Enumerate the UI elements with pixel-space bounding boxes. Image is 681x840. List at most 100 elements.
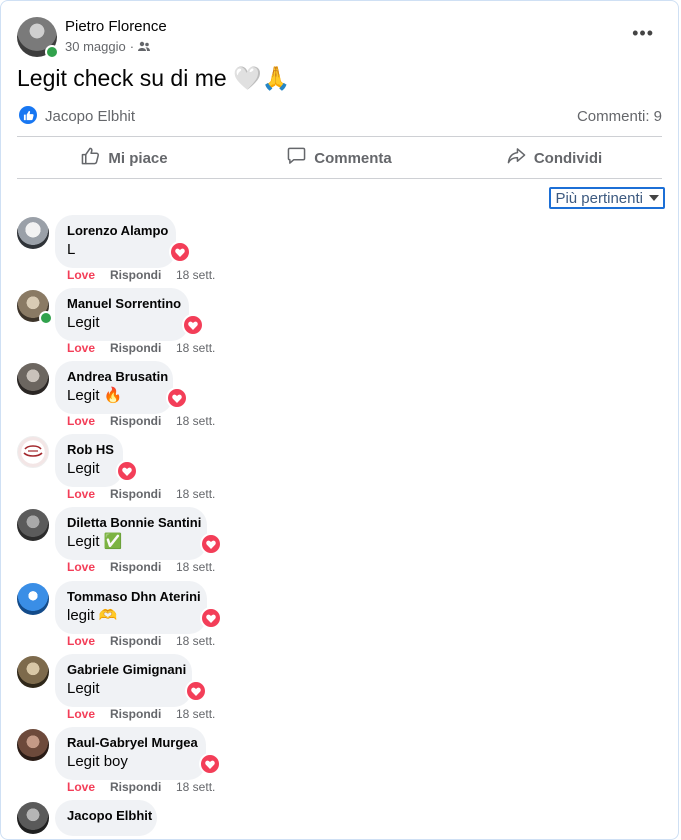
comment-text: Legit (67, 460, 100, 477)
comment-text: Legit boy (67, 753, 128, 770)
reply-action[interactable]: Rispondi (110, 560, 176, 574)
comment-item: Manuel Sorrentino Legit Love Rispondi 18… (17, 288, 662, 360)
commenter-name[interactable]: Gabriele Gimignani (67, 662, 186, 678)
commenter-name[interactable]: Rob HS (67, 442, 114, 458)
love-reaction-icon[interactable] (182, 314, 204, 336)
love-action[interactable]: Love (67, 487, 110, 501)
commenter-name[interactable]: Raul-Gabryel Murgea (67, 735, 198, 751)
love-reaction-icon[interactable] (166, 387, 188, 409)
love-action[interactable]: Love (67, 341, 110, 355)
comment-actions: Love Rispondi 18 sett. (67, 707, 215, 721)
comment-timestamp[interactable]: 18 sett. (176, 707, 215, 721)
comment-text: Legit (67, 314, 100, 331)
reactor-names[interactable]: Jacopo Elbhit (45, 108, 135, 125)
comment-timestamp[interactable]: 18 sett. (176, 634, 215, 648)
comment-timestamp[interactable]: 18 sett. (176, 560, 215, 574)
comment-timestamp[interactable]: 18 sett. (176, 414, 215, 428)
comment-timestamp[interactable]: 18 sett. (176, 268, 215, 282)
comment-actions: Love Rispondi 18 sett. (67, 341, 215, 355)
commenter-avatar[interactable] (17, 729, 49, 761)
share-button[interactable]: Condividi (447, 139, 662, 177)
comment-bubble: Manuel Sorrentino Legit (55, 288, 189, 341)
like-button[interactable]: Mi piace (17, 139, 232, 177)
commenter-name[interactable]: Lorenzo Alampo (67, 223, 168, 239)
comment-timestamp[interactable]: 18 sett. (176, 487, 215, 501)
more-options-icon[interactable]: ••• (632, 23, 654, 44)
commenter-avatar[interactable] (17, 509, 49, 541)
reply-action[interactable]: Rispondi (110, 487, 176, 501)
post-meta: 30 maggio · (65, 39, 151, 54)
love-action[interactable]: Love (67, 268, 110, 282)
post-actions-bar: Mi piace Commenta Condividi (17, 139, 662, 177)
comment-bubble: Raul-Gabryel Murgea Legit boy (55, 727, 206, 780)
commenter-name[interactable]: Tommaso Dhn Aterini (67, 589, 201, 605)
love-action[interactable]: Love (67, 780, 110, 794)
reply-action[interactable]: Rispondi (110, 268, 176, 282)
comment-item: Rob HS Legit Love Rispondi 18 sett. (17, 434, 662, 506)
reply-action[interactable]: Rispondi (110, 780, 176, 794)
share-icon (507, 147, 526, 169)
love-action[interactable]: Love (67, 634, 110, 648)
commenter-name[interactable]: Jacopo Elbhit (67, 808, 152, 824)
comment-item: Gabriele Gimignani Legit Love Rispondi 1… (17, 654, 662, 726)
post-header: Pietro Florence 30 maggio · ••• (17, 17, 662, 59)
commenter-avatar[interactable] (17, 363, 49, 395)
comment-text: Legit 🔥 (67, 387, 123, 404)
sort-label: Più pertinenti (555, 189, 643, 207)
comment-button[interactable]: Commenta (232, 139, 447, 177)
comment-timestamp[interactable]: 18 sett. (176, 341, 215, 355)
reply-action[interactable]: Rispondi (110, 634, 176, 648)
love-reaction-icon[interactable] (200, 607, 222, 629)
comment-item: Jacopo Elbhit (17, 800, 662, 839)
online-status-icon (45, 45, 59, 59)
comment-actions: Love Rispondi 18 sett. (67, 414, 215, 428)
love-reaction-icon[interactable] (200, 533, 222, 555)
commenter-avatar[interactable] (17, 583, 49, 615)
comment-sort-dropdown[interactable]: Più pertinenti (549, 187, 665, 209)
love-action[interactable]: Love (67, 560, 110, 574)
comment-label: Commenta (314, 149, 392, 167)
commenter-avatar[interactable] (17, 217, 49, 249)
comment-text: Legit (67, 680, 100, 697)
comment-actions: Love Rispondi 18 sett. (67, 268, 215, 282)
love-action[interactable]: Love (67, 707, 110, 721)
comment-bubble: Andrea Brusatin Legit 🔥 (55, 361, 173, 414)
comment-actions: Love Rispondi 18 sett. (67, 560, 215, 574)
caret-down-icon (649, 195, 659, 201)
reply-action[interactable]: Rispondi (110, 707, 176, 721)
comment-text: L (67, 241, 76, 258)
post-date[interactable]: 30 maggio (65, 39, 126, 54)
love-reaction-icon[interactable] (116, 460, 138, 482)
commenter-avatar[interactable] (17, 436, 49, 468)
brand-logo-icon (23, 445, 43, 457)
comment-icon (287, 147, 306, 169)
post-card: Pietro Florence 30 maggio · ••• Legit ch… (0, 0, 679, 840)
comment-bubble: Gabriele Gimignani Legit (55, 654, 192, 707)
comment-actions: Love Rispondi 18 sett. (67, 780, 215, 794)
comment-bubble: Jacopo Elbhit (55, 800, 157, 836)
comment-actions: Love Rispondi 18 sett. (67, 634, 215, 648)
comment-text: Legit ✅ (67, 533, 123, 550)
love-reaction-icon[interactable] (185, 680, 207, 702)
reply-action[interactable]: Rispondi (110, 341, 176, 355)
commenter-name[interactable]: Diletta Bonnie Santini (67, 515, 201, 531)
commenter-avatar[interactable] (17, 656, 49, 688)
share-label: Condividi (533, 149, 603, 167)
commenter-name[interactable]: Andrea Brusatin (67, 369, 168, 385)
comment-item: Tommaso Dhn Aterini legit 🫶 Love Rispond… (17, 581, 662, 653)
commenter-name[interactable]: Manuel Sorrentino (67, 296, 181, 312)
like-label: Mi piace (108, 149, 168, 167)
love-reaction-icon[interactable] (169, 241, 191, 263)
online-status-icon (39, 311, 53, 325)
comment-count[interactable]: Commenti: 9 (577, 108, 662, 125)
love-reaction-icon[interactable] (199, 753, 221, 775)
commenter-avatar[interactable] (17, 802, 49, 834)
reply-action[interactable]: Rispondi (110, 414, 176, 428)
post-author-name[interactable]: Pietro Florence (65, 18, 167, 35)
comment-bubble: Tommaso Dhn Aterini legit 🫶 (55, 581, 207, 634)
love-action[interactable]: Love (67, 414, 110, 428)
comment-bubble: Rob HS Legit (55, 434, 123, 487)
comment-text: legit 🫶 (67, 607, 118, 624)
comment-timestamp[interactable]: 18 sett. (176, 780, 215, 794)
thumbs-up-icon (81, 147, 100, 169)
